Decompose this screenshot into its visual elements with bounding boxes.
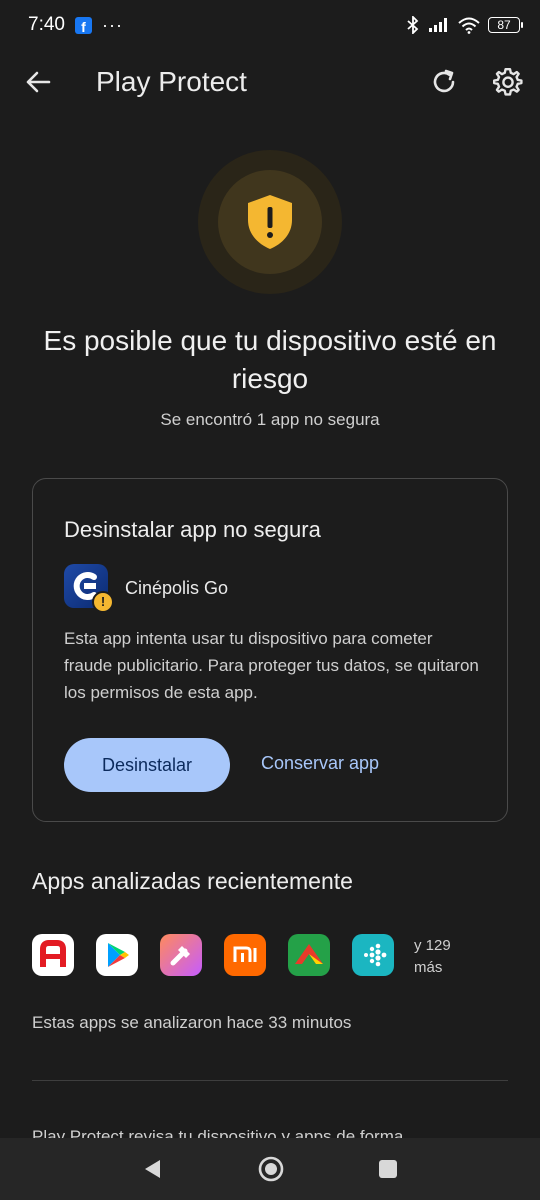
unsafe-app-name: Cinépolis Go	[125, 578, 229, 598]
back-arrow-icon[interactable]	[24, 68, 52, 96]
scan-time-text: Estas apps se analizaron hace 33 minutos	[32, 1013, 352, 1032]
nav-home-icon[interactable]	[257, 1155, 285, 1183]
app-bar: Play Protect	[0, 50, 540, 116]
keep-app-button[interactable]: Conservar app	[261, 745, 379, 782]
system-navigation-bar	[0, 1138, 540, 1200]
wifi-icon	[458, 17, 480, 34]
more-apps-count: y 129 más	[414, 937, 451, 976]
warning-shield-icon	[248, 195, 292, 249]
nav-recent-apps-icon[interactable]	[378, 1159, 398, 1179]
page-title: Play Protect	[96, 66, 247, 97]
unsafe-app-description: Esta app intenta usar tu dispositivo par…	[64, 629, 479, 702]
risk-subheading: Se encontró 1 app no segura	[160, 410, 380, 429]
recent-apps-title: Apps analizadas recientemente	[32, 868, 353, 894]
bluetooth-icon	[407, 16, 419, 34]
xiaomi-app-icon[interactable]	[224, 934, 266, 976]
nav-back-icon[interactable]	[142, 1158, 162, 1180]
section-divider	[32, 1080, 508, 1081]
gear-icon[interactable]	[493, 67, 523, 97]
status-bar: 7:40 f ··· 87	[0, 0, 540, 50]
play-store-icon[interactable]	[96, 934, 138, 976]
unsafe-app-card: Desinstalar app no segura ! Cinépolis Go…	[32, 478, 508, 822]
status-time: 7:40	[28, 14, 65, 35]
more-notifications-icon: ···	[101, 14, 123, 35]
red-a-app-icon[interactable]	[32, 934, 74, 976]
fitbit-app-icon[interactable]	[352, 934, 394, 976]
signal-icon	[429, 18, 447, 32]
refresh-icon[interactable]	[430, 68, 458, 96]
status-icons: 87	[406, 16, 523, 34]
recent-apps-row	[32, 934, 394, 976]
warning-shield-badge	[198, 150, 342, 294]
green-arrow-app-icon[interactable]	[288, 934, 330, 976]
risk-headline: Es posible que tu dispositivo esté en ri…	[43, 325, 497, 394]
facebook-notification-icon: f	[74, 16, 92, 34]
warning-badge-icon: !	[92, 591, 114, 613]
gallery-editor-icon[interactable]	[160, 934, 202, 976]
card-title: Desinstalar app no segura	[64, 517, 321, 542]
uninstall-button[interactable]: Desinstalar	[64, 738, 230, 792]
battery-indicator: 87	[488, 17, 523, 33]
